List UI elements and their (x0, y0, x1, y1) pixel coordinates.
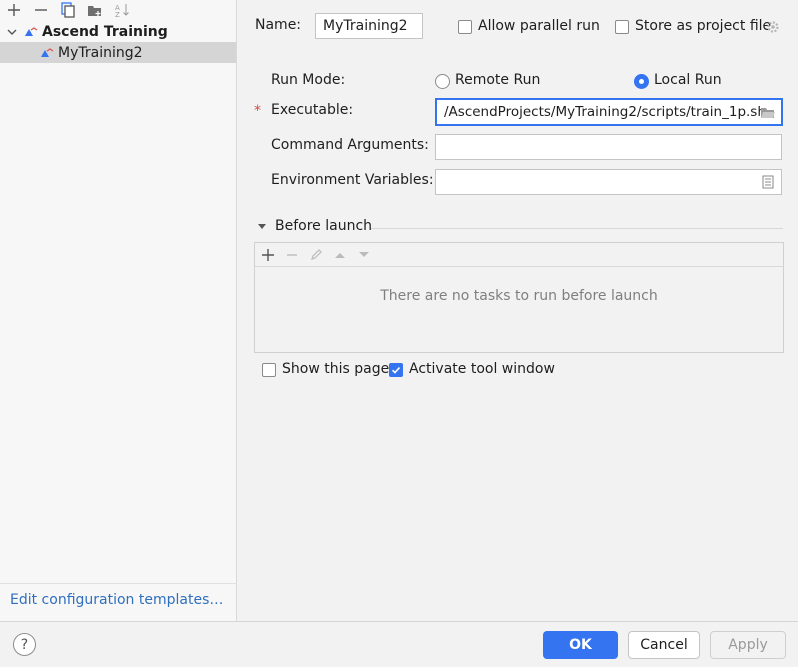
executable-value: /AscendProjects/MyTraining2/scripts/trai… (444, 104, 766, 120)
configurations-panel: AZ Ascend Training MyTraining2 Edit conf… (0, 0, 237, 621)
run-mode-label: Run Mode: (271, 72, 346, 88)
configurations-tree: Ascend Training MyTraining2 (0, 21, 236, 63)
tree-group-label: Ascend Training (42, 23, 168, 40)
tree-item-mytraining2[interactable]: MyTraining2 (0, 42, 236, 63)
tree-item-label: MyTraining2 (58, 44, 143, 61)
remote-run-label: Remote Run (455, 72, 541, 88)
configuration-form: Name: MyTraining2 Allow parallel run Sto… (238, 0, 798, 621)
list-icon[interactable] (762, 175, 774, 189)
command-args-label: Command Arguments: (271, 137, 429, 153)
new-folder-icon[interactable] (86, 1, 104, 19)
folder-icon[interactable] (760, 106, 776, 119)
before-launch-tasks: There are no tasks to run before launch (254, 242, 784, 353)
add-icon[interactable] (5, 1, 23, 19)
tasks-toolbar (255, 243, 783, 267)
before-launch-title: Before launch (275, 218, 373, 234)
svg-text:Z: Z (115, 11, 120, 18)
local-run-radio[interactable] (634, 74, 649, 89)
edit-templates-link[interactable]: Edit configuration templates… (10, 592, 223, 608)
divider (371, 228, 783, 229)
checkmark-icon (391, 367, 401, 374)
collapse-arrow-icon[interactable] (257, 223, 267, 231)
name-label: Name: (255, 17, 302, 33)
env-vars-label: Environment Variables: (271, 172, 434, 188)
configurations-toolbar: AZ (0, 0, 236, 19)
show-page-checkbox[interactable] (262, 363, 276, 377)
tree-group-ascend-training[interactable]: Ascend Training (0, 21, 236, 42)
dialog-button-bar: ? OK Cancel Apply (0, 621, 798, 667)
remote-run-radio[interactable] (435, 74, 450, 89)
executable-field[interactable]: /AscendProjects/MyTraining2/scripts/trai… (435, 98, 783, 126)
env-vars-field[interactable] (435, 169, 782, 195)
move-up-icon[interactable] (331, 246, 349, 264)
executable-label: Executable: (271, 102, 354, 118)
ascend-icon (41, 47, 54, 57)
activate-tool-checkbox[interactable] (389, 363, 403, 377)
allow-parallel-checkbox[interactable] (458, 20, 472, 34)
name-field[interactable]: MyTraining2 (315, 13, 423, 39)
edit-icon[interactable] (307, 246, 325, 264)
remove-icon[interactable] (32, 1, 50, 19)
chevron-down-icon[interactable] (6, 26, 18, 38)
help-button[interactable]: ? (13, 633, 36, 656)
gear-icon[interactable] (766, 20, 780, 34)
store-project-label: Store as project file (635, 18, 772, 34)
remove-icon[interactable] (283, 246, 301, 264)
divider (0, 583, 237, 584)
ok-button[interactable]: OK (543, 631, 618, 659)
apply-button[interactable]: Apply (710, 631, 786, 659)
sort-icon[interactable]: AZ (113, 1, 131, 19)
allow-parallel-label: Allow parallel run (478, 18, 600, 34)
empty-tasks-text: There are no tasks to run before launch (380, 288, 658, 304)
required-marker: * (254, 103, 261, 119)
activate-tool-label: Activate tool window (409, 361, 555, 377)
ascend-icon (25, 26, 38, 36)
show-page-label: Show this page (282, 361, 390, 377)
cancel-button[interactable]: Cancel (628, 631, 700, 659)
local-run-label: Local Run (654, 72, 722, 88)
add-icon[interactable] (259, 246, 277, 264)
move-down-icon[interactable] (355, 246, 373, 264)
store-project-checkbox[interactable] (615, 20, 629, 34)
command-args-field[interactable] (435, 134, 782, 160)
copy-icon[interactable] (59, 1, 77, 19)
